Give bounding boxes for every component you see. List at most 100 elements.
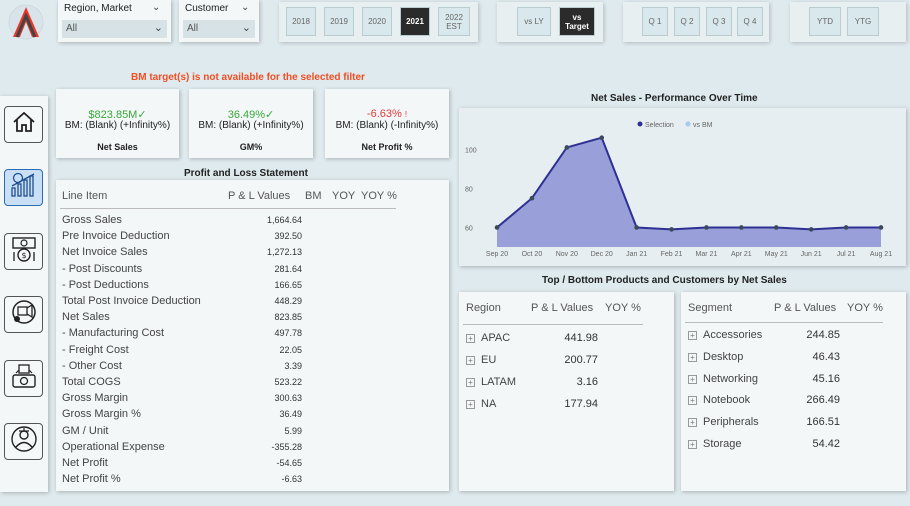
pl-header-bm[interactable]: BM <box>305 190 322 202</box>
pl-row[interactable]: - Manufacturing Cost 497.78 <box>62 327 302 343</box>
region-market-dropdown[interactable]: All ⌄ <box>62 20 167 38</box>
ytg-button[interactable]: YTG <box>847 7 879 36</box>
pl-row[interactable]: Net Sales 823.85 <box>62 311 302 327</box>
pl-row-label: - Post Discounts <box>62 262 143 275</box>
nav-supply-chain[interactable] <box>4 360 43 397</box>
pl-row[interactable]: Total Post Invoice Deduction 448.29 <box>62 295 302 311</box>
x-tick-label: Mar 21 <box>696 251 718 258</box>
ytd-button[interactable]: YTD <box>809 7 841 36</box>
segment-name: Peripherals <box>703 416 759 429</box>
legend-dot <box>685 121 691 127</box>
year-button-2021[interactable]: 2021 <box>400 7 430 36</box>
alert-icon: ! <box>404 110 408 119</box>
pl-row-label: - Other Cost <box>62 359 122 372</box>
region-values-header[interactable]: P & L Values <box>531 302 593 314</box>
legend-label: vs BM <box>693 122 713 129</box>
nav-finance[interactable] <box>4 169 43 206</box>
pl-row[interactable]: - Post Deductions 166.65 <box>62 279 302 295</box>
region-value: 177.94 <box>564 398 598 410</box>
pl-row[interactable]: Net Invoice Sales 1,272.13 <box>62 246 302 262</box>
vs-ly-button[interactable]: vs LY <box>517 7 551 36</box>
customer-dropdown[interactable]: All ⌄ <box>183 20 255 38</box>
pl-row[interactable]: GM / Unit 5.99 <box>62 425 302 441</box>
nav-marketing[interactable] <box>4 296 43 333</box>
expand-icon[interactable]: + <box>688 331 697 340</box>
chevron-down-icon[interactable]: ⌄ <box>241 2 249 13</box>
year-button-2022-est[interactable]: 2022 EST <box>438 7 470 36</box>
quarter-button-q4[interactable]: Q 4 <box>737 7 763 36</box>
region-yoy-header[interactable]: YOY % <box>605 302 641 314</box>
expand-icon[interactable]: + <box>466 378 475 387</box>
pl-row[interactable]: Total COGS 523.22 <box>62 376 302 392</box>
nav-executive[interactable] <box>4 423 43 460</box>
vs-target-button[interactable]: vs Target <box>559 7 595 36</box>
segment-value: 45.16 <box>812 372 840 385</box>
kpi-label: GM% <box>239 142 263 152</box>
customer-slicer[interactable]: Customer ⌄ All ⌄ <box>179 0 259 42</box>
segment-header[interactable]: Segment <box>688 302 732 314</box>
pl-row[interactable]: Gross Margin 300.63 <box>62 392 302 408</box>
x-tick-label: Sep 20 <box>486 251 508 258</box>
pl-row-label: Net Profit % <box>62 473 121 486</box>
pl-row-value: -54.65 <box>276 458 302 468</box>
expand-icon[interactable]: + <box>466 334 475 343</box>
expand-icon[interactable]: + <box>688 440 697 449</box>
x-tick-label: Feb 21 <box>661 251 683 258</box>
year-button-2019[interactable]: 2019 <box>324 7 354 36</box>
home-icon <box>11 110 37 139</box>
pl-header-values[interactable]: P & L Values <box>228 190 290 202</box>
expand-icon[interactable]: + <box>466 356 475 365</box>
chevron-down-icon: ⌄ <box>241 22 251 34</box>
data-point <box>878 225 884 230</box>
pl-row[interactable]: Gross Margin % 36.49 <box>62 408 302 424</box>
expand-icon[interactable]: + <box>688 352 697 362</box>
expand-icon[interactable]: + <box>466 400 475 409</box>
kpi-benchmark: BM: (Blank) (+Infinity%) <box>198 120 304 131</box>
pl-row[interactable]: Operational Expense -355.28 <box>62 441 302 457</box>
quarter-button-q3[interactable]: Q 3 <box>706 7 732 36</box>
kpi-benchmark: BM: (Blank) (-Infinity%) <box>335 120 439 131</box>
pl-row[interactable]: - Other Cost 3.39 <box>62 360 302 376</box>
pl-header-yoy-pct[interactable]: YOY % <box>361 190 397 202</box>
segment-name: Notebook <box>703 394 751 407</box>
pl-row[interactable]: - Freight Cost 22.05 <box>62 344 302 360</box>
pl-row-label: Gross Margin <box>62 392 129 405</box>
pl-row-label: - Freight Cost <box>62 343 129 356</box>
year-button-2020[interactable]: 2020 <box>362 7 392 36</box>
pl-row[interactable]: Net Profit % -6.63 <box>62 473 302 489</box>
region-header[interactable]: Region <box>466 302 501 314</box>
bm-warning-message: BM target(s) is not available for the se… <box>131 72 365 83</box>
quarter-button-q1[interactable]: Q 1 <box>642 7 668 36</box>
segment-yoy-header[interactable]: YOY % <box>847 302 883 314</box>
quarter-button-q2[interactable]: Q 2 <box>674 7 700 36</box>
pl-header-line-item[interactable]: Line Item <box>62 190 107 202</box>
pl-row[interactable]: Net Profit -54.65 <box>62 457 302 473</box>
pl-row-value: 3.39 <box>284 360 302 371</box>
header-divider <box>463 324 643 325</box>
pl-row[interactable]: - Post Discounts 281.64 <box>62 263 302 279</box>
pl-row[interactable]: Pre Invoice Deduction 392.50 <box>62 230 302 246</box>
expand-icon[interactable]: + <box>688 396 697 406</box>
pl-row-label: Operational Expense <box>62 440 165 453</box>
nav-sales[interactable]: $ <box>4 233 43 270</box>
pl-row-value: 823.85 <box>274 312 302 323</box>
sidebar-nav: $ <box>0 96 48 492</box>
chevron-down-icon[interactable]: ⌄ <box>152 2 160 13</box>
nav-home[interactable] <box>4 106 43 143</box>
segment-values-header[interactable]: P & L Values <box>774 302 836 314</box>
year-button-2018[interactable]: 2018 <box>286 7 316 36</box>
x-tick-label: Nov 20 <box>556 251 578 258</box>
pl-header-yoy[interactable]: YOY <box>332 190 355 202</box>
pl-row-value: 1,272.13 <box>266 247 302 258</box>
pl-row-label: - Manufacturing Cost <box>62 327 165 340</box>
segment-value: 244.85 <box>806 329 840 341</box>
pl-row-value: 497.78 <box>274 328 302 339</box>
expand-icon[interactable]: + <box>688 374 697 384</box>
kpi-card-gm-pct: 36.49%✓ BM: (Blank) (+Infinity%) GM% <box>189 89 313 158</box>
expand-icon[interactable]: + <box>688 418 697 428</box>
pl-row[interactable]: Gross Sales 1,664.64 <box>62 214 302 230</box>
segment-value: 54.42 <box>812 438 840 450</box>
region-market-slicer[interactable]: Region, Market ⌄ All ⌄ <box>58 0 171 42</box>
region-name: EU <box>481 354 497 366</box>
pl-row-label: - Post Deductions <box>62 278 149 291</box>
